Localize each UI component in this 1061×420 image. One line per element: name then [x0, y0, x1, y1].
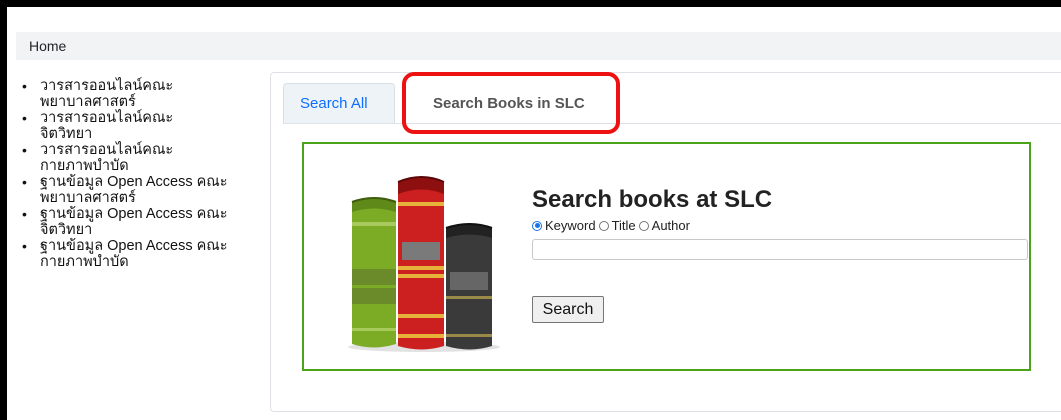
tab-search-books-slc[interactable]: Search Books in SLC	[407, 83, 617, 123]
radio-title[interactable]	[598, 220, 609, 231]
sidebar-item-nursing-oa: ฐานข้อมูล Open Access คณะพยาบาลศาสตร์	[22, 174, 252, 206]
books-icon	[348, 176, 500, 352]
frame-border-top	[0, 0, 1061, 7]
book-search-box: Search books at SLC Keyword Title Author…	[302, 142, 1031, 371]
sidebar-item-psychology-journal: วารสารออนไลน์คณะจิตวิทยา	[22, 110, 252, 142]
search-button[interactable]: Search	[532, 296, 604, 323]
search-title: Search books at SLC	[532, 186, 773, 213]
tab-search-all[interactable]: Search All	[283, 83, 395, 123]
option-title-label: Title	[611, 218, 636, 233]
sidebar-link-psychology-oa[interactable]: ฐานข้อมูล Open Access คณะจิตวิทยา	[40, 206, 245, 238]
sidebar-item-psychology-oa: ฐานข้อมูล Open Access คณะจิตวิทยา	[22, 206, 252, 238]
tab-bar: Search All Search Books in SLC	[283, 83, 1061, 124]
breadcrumb-home[interactable]: Home	[29, 38, 66, 54]
sidebar-link-nursing-journal[interactable]: วารสารออนไลน์คณะพยาบาลศาสตร์	[40, 78, 198, 110]
radio-keyword[interactable]	[532, 220, 542, 231]
sidebar-list: วารสารออนไลน์คณะพยาบาลศาสตร์ วารสารออนไล…	[22, 78, 252, 270]
sidebar-link-psychology-journal[interactable]: วารสารออนไลน์คณะจิตวิทยา	[40, 110, 198, 142]
breadcrumb: Home	[16, 32, 1061, 60]
sidebar-item-physiotherapy-oa: ฐานข้อมูล Open Access คณะกายภาพบำบัด	[22, 238, 252, 270]
frame-border-left	[0, 0, 7, 420]
option-keyword[interactable]: Keyword	[532, 218, 596, 233]
tab-search-books-slc-label: Search Books in SLC	[433, 94, 585, 112]
sidebar-link-nursing-oa[interactable]: ฐานข้อมูล Open Access คณะพยาบาลศาสตร์	[40, 174, 248, 206]
search-type-options: Keyword Title Author	[532, 218, 693, 233]
radio-author[interactable]	[638, 220, 649, 231]
option-author-label: Author	[651, 218, 690, 233]
option-title[interactable]: Title	[598, 218, 636, 233]
option-author[interactable]: Author	[638, 218, 690, 233]
sidebar-item-nursing-journal: วารสารออนไลน์คณะพยาบาลศาสตร์	[22, 78, 252, 110]
search-input[interactable]	[532, 239, 1028, 260]
option-keyword-label: Keyword	[545, 218, 596, 233]
sidebar-item-physiotherapy-journal: วารสารออนไลน์คณะกายภาพบำบัด	[22, 142, 252, 174]
sidebar-link-physiotherapy-oa[interactable]: ฐานข้อมูล Open Access คณะกายภาพบำบัด	[40, 238, 248, 270]
tab-search-all-label: Search All	[300, 95, 368, 112]
sidebar-link-physiotherapy-journal[interactable]: วารสารออนไลน์คณะกายภาพบำบัด	[40, 142, 198, 174]
